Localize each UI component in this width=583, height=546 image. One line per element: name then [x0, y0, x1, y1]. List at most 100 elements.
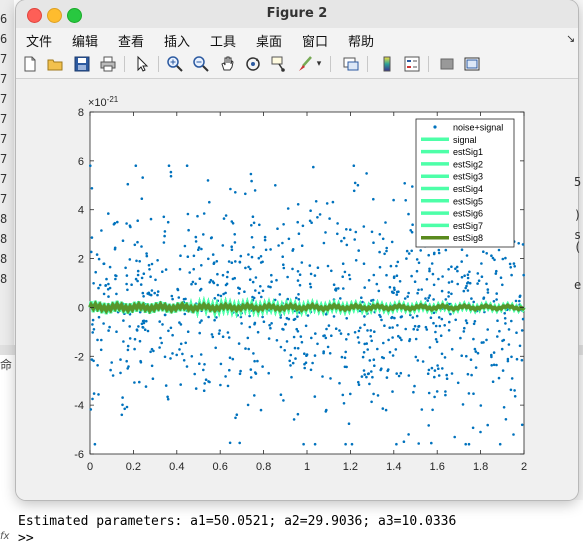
scatter-point	[496, 335, 499, 338]
scatter-point	[254, 289, 257, 292]
zoom-in-icon[interactable]	[166, 55, 184, 73]
brush-icon[interactable]	[296, 55, 314, 73]
link-plot-icon[interactable]	[342, 55, 360, 73]
scatter-point	[334, 327, 338, 330]
scatter-point	[97, 315, 101, 319]
scatter-point	[231, 277, 235, 281]
title-bar[interactable]: Figure 2	[16, 0, 578, 28]
legend-icon[interactable]	[403, 55, 421, 73]
scatter-point	[512, 262, 516, 265]
scatter-point	[192, 254, 196, 258]
scatter-chart[interactable]: 0 0.2 0.4 0.6 0.8 1 1.2 1.4 1.6 1.8 2 -6 -4 -2 0 2 4 6 8 ×1…	[16, 79, 578, 500]
gutter-line-number: 7	[0, 152, 8, 166]
scatter-point	[294, 357, 297, 360]
scatter-point	[348, 277, 352, 281]
scatter-point	[142, 295, 145, 298]
pointer-icon[interactable]	[133, 55, 151, 73]
scatter-point	[175, 353, 178, 357]
scatter-point	[235, 413, 239, 417]
scatter-point	[289, 364, 292, 367]
save-icon[interactable]	[73, 55, 91, 73]
scatter-point	[230, 248, 234, 251]
scatter-point	[404, 199, 408, 202]
menu-desktop[interactable]: 桌面	[256, 31, 282, 50]
scatter-point	[384, 221, 387, 224]
scatter-point	[447, 268, 450, 271]
scatter-point	[340, 239, 343, 243]
scatter-point	[520, 423, 524, 427]
scatter-point	[179, 323, 183, 326]
hide-plot-tools-icon[interactable]	[438, 55, 456, 73]
data-cursor-icon[interactable]	[270, 55, 288, 73]
zoom-out-icon[interactable]	[192, 55, 210, 73]
show-plot-tools-icon[interactable]	[463, 55, 481, 73]
gutter-line-number: 7	[0, 172, 8, 186]
scatter-point	[134, 164, 138, 167]
scatter-point	[216, 293, 220, 297]
menu-window[interactable]: 窗口	[302, 31, 328, 50]
scatter-point	[424, 325, 428, 329]
brush-dropdown-icon[interactable]: ▾	[314, 55, 324, 73]
command-prompt[interactable]: >>	[18, 531, 34, 546]
gutter-line-number: 7	[0, 112, 8, 126]
menu-view[interactable]: 查看	[118, 31, 144, 50]
scatter-point	[297, 232, 301, 235]
open-file-icon[interactable]	[46, 55, 64, 73]
scatter-point	[260, 295, 263, 299]
colorbar-icon[interactable]	[378, 55, 396, 73]
new-figure-icon[interactable]	[21, 55, 39, 73]
scatter-point	[298, 283, 302, 287]
scatter-point	[470, 373, 473, 377]
scatter-point	[403, 297, 407, 300]
gutter-line-number: 7	[0, 192, 8, 206]
scatter-point	[252, 246, 255, 249]
scatter-point	[207, 257, 210, 261]
scatter-point	[332, 283, 336, 286]
scatter-point	[169, 170, 173, 174]
scatter-point	[139, 359, 142, 363]
rotate-3d-icon[interactable]	[244, 55, 262, 73]
menu-file[interactable]: 文件	[26, 31, 52, 50]
scatter-point	[300, 261, 304, 264]
scatter-point	[465, 354, 468, 358]
figure-canvas[interactable]: 0 0.2 0.4 0.6 0.8 1 1.2 1.4 1.6 1.8 2 -6 -4 -2 0 2 4 6 8 ×1…	[16, 79, 578, 500]
scatter-point	[133, 243, 137, 247]
scatter-point	[381, 407, 385, 410]
scatter-point	[270, 280, 273, 283]
scatter-point	[465, 284, 468, 288]
print-icon[interactable]	[99, 55, 117, 73]
scatter-point	[126, 367, 129, 370]
scatter-point	[177, 296, 181, 299]
scatter-point	[94, 270, 97, 274]
scatter-point	[170, 294, 174, 298]
scatter-point	[447, 291, 451, 294]
scatter-point	[444, 390, 447, 393]
scatter-point	[362, 369, 366, 372]
y-tick-label: -6	[74, 449, 84, 461]
menu-insert[interactable]: 插入	[164, 31, 190, 50]
scatter-point	[249, 267, 252, 271]
scatter-point	[425, 328, 429, 331]
menu-overflow-icon[interactable]: ↘	[566, 32, 575, 45]
scatter-point	[300, 340, 304, 344]
legend-label: estSig1	[453, 147, 483, 157]
menu-tools[interactable]: 工具	[210, 31, 236, 50]
scatter-point	[309, 285, 313, 289]
scatter-point	[490, 364, 494, 367]
scatter-point	[431, 272, 435, 276]
pan-icon[interactable]	[218, 55, 236, 73]
menu-edit[interactable]: 编辑	[72, 31, 98, 50]
scatter-point	[509, 266, 512, 269]
menu-help[interactable]: 帮助	[348, 31, 374, 50]
scatter-point	[357, 383, 361, 387]
scatter-point	[472, 300, 476, 304]
scatter-point	[282, 223, 285, 226]
scatter-point	[164, 268, 168, 271]
scatter-point	[372, 197, 375, 201]
scatter-point	[159, 336, 162, 340]
scatter-point	[344, 442, 347, 446]
scatter-point	[514, 299, 518, 303]
scatter-point	[314, 200, 318, 203]
scatter-point	[107, 212, 110, 215]
fx-icon[interactable]: fx	[0, 531, 9, 542]
